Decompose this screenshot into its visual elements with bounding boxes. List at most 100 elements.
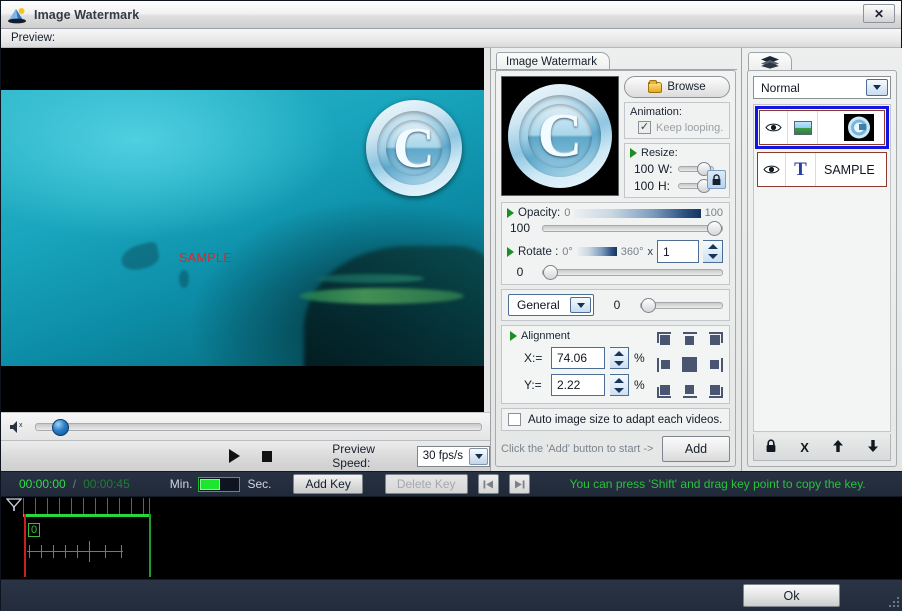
expander-triangle-icon[interactable] xyxy=(507,246,514,257)
add-row: Click the 'Add' button to start -> Add xyxy=(501,436,730,462)
seaweed-shape xyxy=(299,288,464,304)
play-icon[interactable] xyxy=(229,449,240,463)
layer-visibility-toggle[interactable] xyxy=(760,111,788,144)
keep-looping-checkbox[interactable]: ✓ xyxy=(638,121,651,134)
timeline-ruler xyxy=(23,498,151,514)
volume-slider-handle[interactable] xyxy=(52,418,69,436)
layers-panel: Normal T SAMPLE X xyxy=(747,70,897,467)
add-button[interactable]: Add xyxy=(662,436,730,462)
expander-triangle-icon[interactable] xyxy=(507,208,514,218)
stepper-up-icon[interactable] xyxy=(614,377,624,383)
sample-text-watermark[interactable]: SAMPLE xyxy=(179,251,232,265)
tab-layers[interactable] xyxy=(748,52,792,71)
rotate-multiplier-value[interactable]: 1 xyxy=(657,240,699,263)
add-key-button[interactable]: Add Key xyxy=(293,474,363,494)
rotate-slider-handle[interactable] xyxy=(543,264,558,280)
opacity-slider[interactable] xyxy=(542,220,723,236)
auto-size-checkbox[interactable] xyxy=(508,413,521,426)
chevron-down-icon[interactable] xyxy=(570,297,591,313)
timeline-zero-label: 0 xyxy=(28,523,41,537)
alignment-x-steppers[interactable] xyxy=(610,347,629,369)
preview-speed-select[interactable]: 30 fps/s xyxy=(416,445,490,467)
chevron-down-icon[interactable] xyxy=(866,79,888,96)
lock-icon xyxy=(712,173,721,185)
center-tab-row: Image Watermark xyxy=(491,48,741,71)
alignment-y-steppers[interactable] xyxy=(610,374,629,396)
alignment-y-input[interactable]: 2.22 xyxy=(551,374,605,396)
eye-icon xyxy=(765,123,782,132)
watermark-thumb-image: C xyxy=(508,84,612,188)
resize-grip[interactable] xyxy=(888,596,900,608)
min-sec-toggle[interactable] xyxy=(198,476,241,492)
sec-label: Sec. xyxy=(247,477,272,491)
timeline-playhead[interactable] xyxy=(24,514,26,577)
delete-layer-icon[interactable]: X xyxy=(800,440,809,455)
main-body: SAMPLE C x Preview Speed: 30 fps/s Image… xyxy=(1,48,902,471)
thumb-copyright-glyph: C xyxy=(537,102,583,170)
copyright-watermark[interactable]: C xyxy=(366,100,462,196)
stepper-up-icon[interactable] xyxy=(707,243,718,249)
expander-triangle-icon[interactable] xyxy=(630,148,637,158)
align-bottom-right[interactable] xyxy=(703,378,723,398)
expander-triangle-icon[interactable] xyxy=(510,331,517,341)
keep-looping-row[interactable]: ✓ Keep looping. xyxy=(630,121,725,134)
add-key-label: Add Key xyxy=(305,477,351,491)
general-slider-handle[interactable] xyxy=(641,297,656,313)
layer-visibility-toggle[interactable] xyxy=(758,153,786,186)
keyframe-timeline[interactable]: 0 xyxy=(1,497,902,579)
stop-icon[interactable] xyxy=(262,450,273,462)
delete-key-button[interactable]: Delete Key xyxy=(384,474,468,494)
add-button-label: Add xyxy=(684,442,708,456)
align-middle-left[interactable] xyxy=(657,355,677,375)
alignment-x-input[interactable]: 74.06 xyxy=(551,347,605,369)
general-select[interactable]: General xyxy=(508,294,594,316)
next-key-icon[interactable] xyxy=(508,474,530,494)
align-middle-center[interactable] xyxy=(680,355,700,375)
lock-layer-icon[interactable] xyxy=(765,438,777,456)
resize-height-label: H: xyxy=(658,179,670,193)
prev-key-icon[interactable] xyxy=(477,474,499,494)
align-top-right[interactable] xyxy=(703,332,723,352)
watermark-settings: C Browse Animation: ✓ Keep looping. Resi… xyxy=(495,70,736,467)
stepper-down-icon[interactable] xyxy=(614,360,624,366)
align-bottom-center[interactable] xyxy=(680,378,700,398)
delete-key-label: Delete Key xyxy=(396,477,456,491)
browse-button[interactable]: Browse xyxy=(624,76,730,98)
auto-size-label: Auto image size to adapt each videos. xyxy=(528,413,723,426)
layer-label: SAMPLE xyxy=(824,162,875,177)
ok-button[interactable]: Ok xyxy=(743,584,840,607)
chevron-down-icon[interactable] xyxy=(469,447,488,465)
video-preview[interactable]: SAMPLE C xyxy=(1,48,484,412)
timeline-playhead-marker-icon[interactable] xyxy=(5,498,23,512)
folder-open-icon xyxy=(648,79,663,93)
align-top-center[interactable] xyxy=(680,332,700,352)
layer-thumbnail xyxy=(844,114,874,141)
keep-looping-label: Keep looping. xyxy=(656,121,724,134)
tab-image-watermark-label: Image Watermark xyxy=(506,56,597,68)
reef-shape xyxy=(304,246,484,366)
watermark-thumbnail[interactable]: C xyxy=(501,76,619,196)
rotate-multiply-sign: x xyxy=(647,245,654,258)
timeline-end-marker xyxy=(149,514,151,577)
rotate-slider[interactable] xyxy=(542,264,723,280)
auto-size-group[interactable]: Auto image size to adapt each videos. xyxy=(501,408,730,431)
align-middle-right[interactable] xyxy=(703,355,723,375)
volume-slider[interactable] xyxy=(35,418,482,436)
stepper-down-icon[interactable] xyxy=(614,387,624,393)
opacity-slider-handle[interactable] xyxy=(707,220,722,236)
rotate-multiplier-spinner[interactable]: 1 xyxy=(657,240,723,263)
stepper-up-icon[interactable] xyxy=(614,350,624,356)
align-top-left[interactable] xyxy=(657,332,677,352)
stepper-down-icon[interactable] xyxy=(707,254,718,260)
lock-aspect-ratio-button[interactable] xyxy=(707,170,726,189)
move-layer-down-icon[interactable] xyxy=(867,439,879,456)
blend-mode-select[interactable]: Normal xyxy=(753,76,891,99)
general-slider[interactable] xyxy=(640,297,723,313)
list-item[interactable]: T SAMPLE xyxy=(757,152,887,187)
align-bottom-left[interactable] xyxy=(657,378,677,398)
rotate-multiplier-steppers[interactable] xyxy=(703,240,723,263)
list-item[interactable] xyxy=(755,106,889,149)
close-button[interactable]: ✕ xyxy=(863,4,895,23)
move-layer-up-icon[interactable] xyxy=(832,439,844,456)
speaker-mute-icon[interactable]: x xyxy=(9,419,27,435)
